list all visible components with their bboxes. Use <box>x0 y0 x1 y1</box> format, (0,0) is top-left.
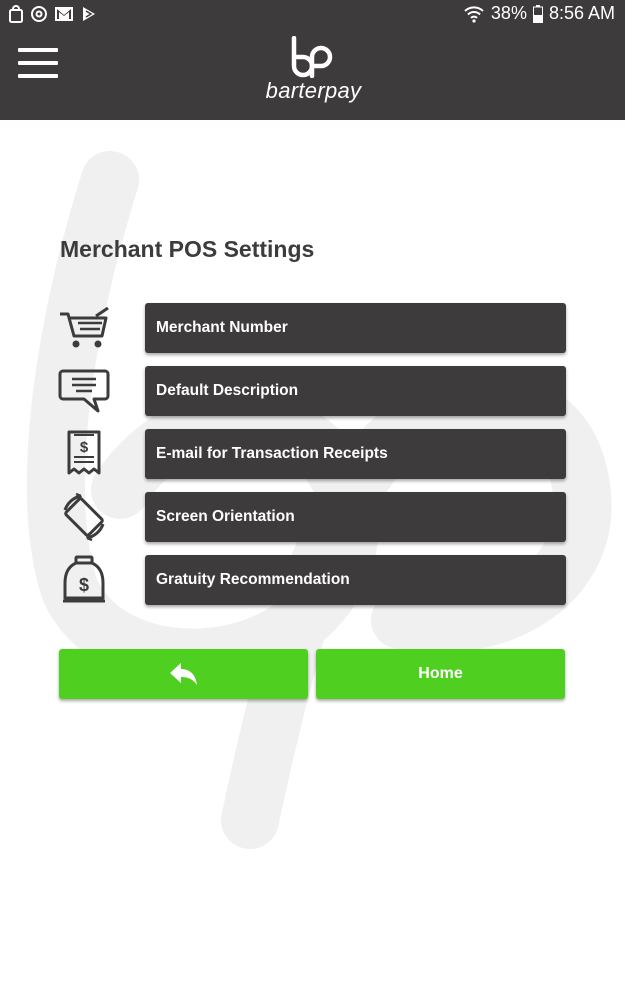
play-store-icon <box>83 7 95 21</box>
status-bar: 38% 8:56 AM <box>0 0 625 30</box>
settings-row-default-description: Default Description <box>56 365 576 417</box>
svg-text:$: $ <box>80 439 89 456</box>
shopping-cart-icon <box>56 302 112 354</box>
receipt-icon: $ <box>56 428 112 480</box>
action-buttons: Home <box>59 649 566 699</box>
battery-icon <box>532 4 543 23</box>
clock: 8:56 AM <box>548 3 615 23</box>
at-sign-icon <box>31 6 47 22</box>
battery-percent: 38% <box>490 3 527 23</box>
hamburger-menu-button[interactable] <box>18 48 58 82</box>
shopping-bag-icon <box>9 5 23 23</box>
screen-rotation-icon <box>56 491 112 543</box>
screen-orientation-button[interactable]: Screen Orientation <box>145 492 566 542</box>
menu-icon-line <box>18 61 58 65</box>
menu-icon-line <box>18 74 58 78</box>
page-title: Merchant POS Settings <box>60 236 315 262</box>
gratuity-recommendation-button[interactable]: Gratuity Recommendation <box>145 555 566 605</box>
svg-text:$: $ <box>79 575 89 595</box>
chat-bubble-icon <box>56 365 112 417</box>
barterpay-logo: barterpay <box>256 35 371 106</box>
status-right: 38% 8:56 AM <box>463 3 615 24</box>
settings-row-gratuity: $ Gratuity Recommendation <box>56 554 576 606</box>
settings-list: Merchant Number Default Description $ E-… <box>56 302 576 617</box>
tip-jar-icon: $ <box>56 554 112 606</box>
merchant-number-button[interactable]: Merchant Number <box>145 303 566 353</box>
settings-row-screen-orientation: Screen Orientation <box>56 491 576 543</box>
back-button[interactable] <box>59 649 308 699</box>
settings-row-email-receipts: $ E-mail for Transaction Receipts <box>56 428 576 480</box>
default-description-button[interactable]: Default Description <box>145 366 566 416</box>
reply-arrow-icon <box>169 663 197 685</box>
home-button[interactable]: Home <box>316 649 565 699</box>
app-bar: barterpay <box>0 30 625 120</box>
bp-logo-icon <box>291 35 333 79</box>
settings-row-merchant-number: Merchant Number <box>56 302 576 354</box>
gmail-icon <box>55 7 73 21</box>
menu-icon-line <box>18 48 58 52</box>
wifi-icon <box>464 5 484 23</box>
notification-icons <box>8 5 98 23</box>
logo-text: barterpay <box>265 78 362 103</box>
email-receipts-button[interactable]: E-mail for Transaction Receipts <box>145 429 566 479</box>
